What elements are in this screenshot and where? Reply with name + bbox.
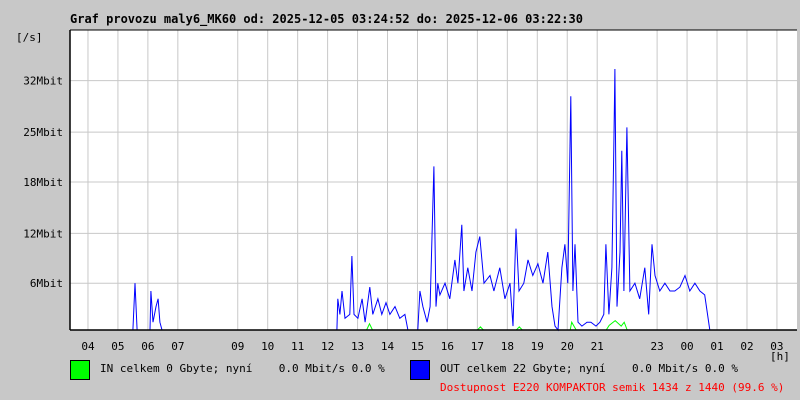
x-tick-label: 15 [411,340,424,353]
availability-text: Dostupnost E220 KOMPAKTOR semik 1434 z 1… [440,381,785,394]
x-tick-label: 00 [680,340,693,353]
x-tick-label: 19 [531,340,544,353]
y-tick-label: 6Mbit [30,277,63,290]
y-tick-label: 18Mbit [23,176,63,189]
plot-area: 04 05 06 07 09 10 11 12 13 14 15 16 17 18 19 20 21 23 00 01… [23,29,797,353]
x-tick-label: 14 [381,340,395,353]
x-tick-label: 23 [650,340,663,353]
legend-in-swatch [70,360,90,380]
legend-out-text: OUT celkem 22 Gbyte; nyní 0.0 Mbit/s 0.0… [440,362,739,375]
x-tick-label: 10 [261,340,274,353]
x-tick-label: 05 [111,340,124,353]
legend-out-swatch [410,360,430,380]
x-tick-label: 09 [231,340,244,353]
x-tick-label: 02 [740,340,753,353]
x-tick-label: 04 [81,340,95,353]
x-tick-label: 07 [171,340,184,353]
legend-in-text: IN celkem 0 Gbyte; nyní 0.0 Mbit/s 0.0 % [100,362,385,375]
x-tick-label: 03 [770,340,783,353]
traffic-graph: Graf provozu maly6_MK60 od: 2025-12-05 0… [0,0,800,400]
x-tick-label: 17 [471,340,484,353]
x-tick-label: 12 [321,340,334,353]
x-tick-label: 20 [561,340,574,353]
x-tick-label: 06 [141,340,154,353]
x-tick-label: 18 [501,340,514,353]
y-tick-label: 25Mbit [23,126,63,139]
y-tick-label: 32Mbit [23,75,63,88]
x-tick-label: 16 [441,340,454,353]
x-tick-label: 21 [591,340,604,353]
y-tick-label: 12Mbit [23,227,63,240]
x-tick-label: 11 [291,340,304,353]
x-tick-label: 01 [710,340,723,353]
x-tick-label: 13 [351,340,364,353]
